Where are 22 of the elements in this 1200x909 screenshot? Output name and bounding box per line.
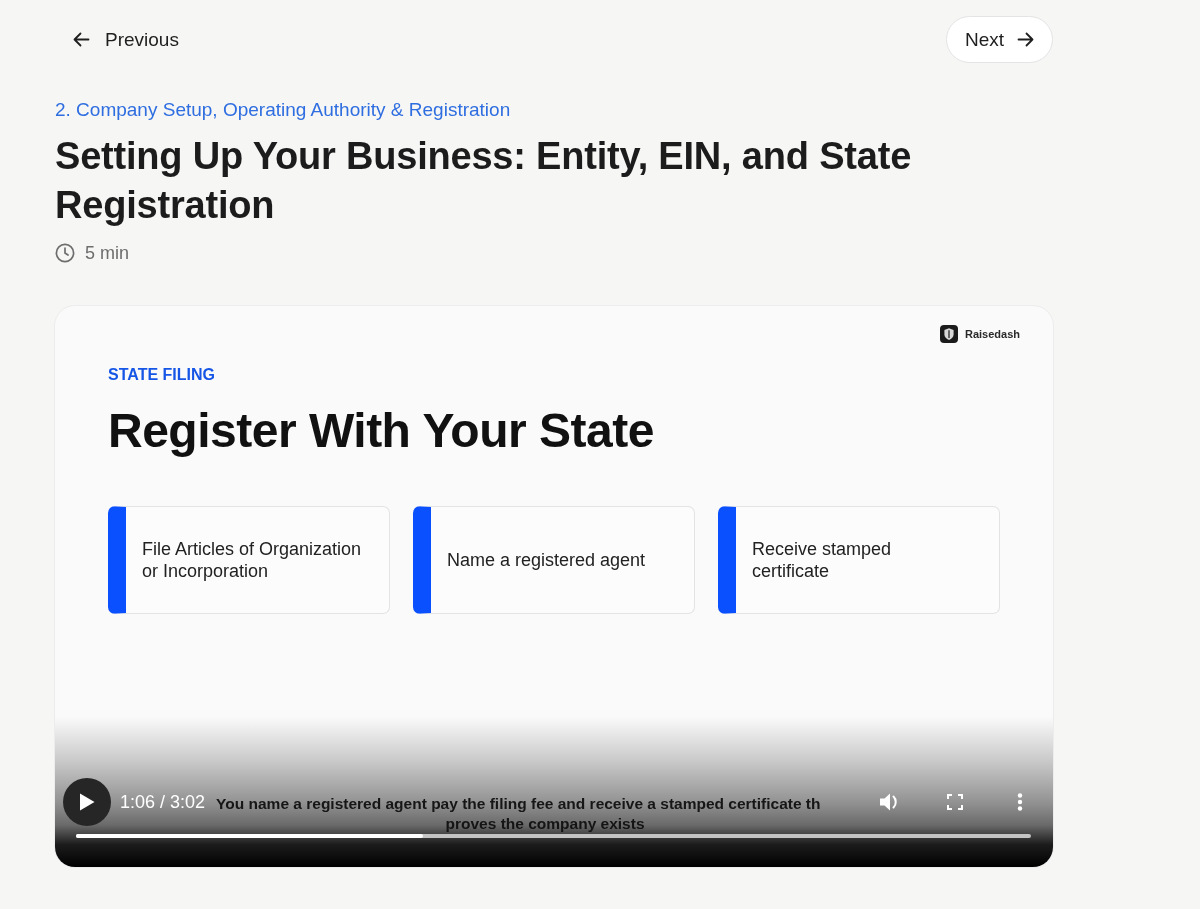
shield-logo-icon bbox=[939, 325, 958, 343]
more-icon bbox=[1017, 793, 1023, 811]
play-button[interactable] bbox=[63, 778, 111, 826]
caption-text: proves the company exists bbox=[444, 814, 646, 834]
previous-button[interactable]: Previous bbox=[55, 16, 197, 63]
slide-eyebrow: STATE FILING bbox=[108, 365, 216, 385]
lesson-title: Setting Up Your Business: Entity, EIN, and State Registration bbox=[55, 134, 913, 228]
next-button[interactable]: Next bbox=[945, 16, 1053, 63]
step-text: File Articles of Organization or Incorporation bbox=[142, 538, 362, 582]
step-text: Name a registered agent bbox=[447, 549, 646, 571]
step-text: Receive stamped certificate bbox=[752, 538, 892, 582]
clock-icon bbox=[55, 243, 75, 263]
module-link[interactable]: 2. Company Setup, Operating Authority & Registration bbox=[55, 98, 511, 122]
arrow-right-icon bbox=[1017, 31, 1034, 48]
fullscreen-icon bbox=[947, 794, 963, 810]
duration-text: 5 min bbox=[85, 242, 129, 264]
arrow-left-icon bbox=[73, 31, 90, 48]
brand-name: Raisedash bbox=[964, 327, 1020, 341]
progress-track[interactable] bbox=[76, 834, 1031, 838]
time-display: 1:06 / 3:02 bbox=[120, 791, 206, 813]
slide-heading: Register With Your State bbox=[108, 403, 655, 459]
caption-text: You name a registered agent pay the filing fee and receive a stamped certificate th bbox=[216, 794, 822, 814]
